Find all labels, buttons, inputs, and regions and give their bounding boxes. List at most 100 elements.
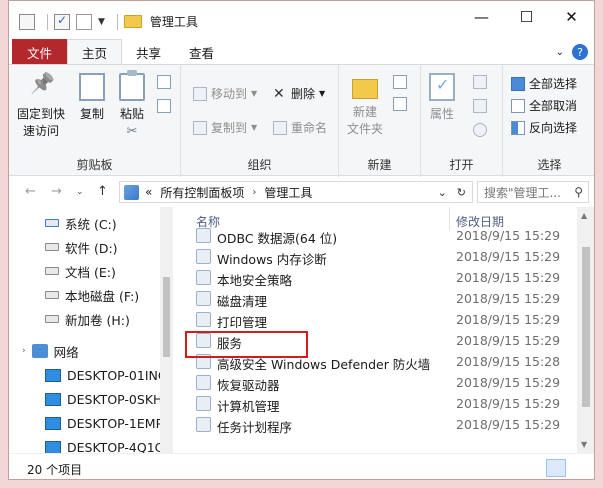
delete-button[interactable]: ✕ 删除 ▼ [273,85,325,102]
select-group: 全部选择 全部取消 反向选择 选择 [503,65,594,177]
list-item[interactable]: 计算机管理 2018/9/15 15:29 [177,393,577,414]
rename-icon [273,120,287,135]
close-button[interactable]: ✕ [549,1,594,33]
new-folder-button[interactable]: 新建 文件夹 [347,73,383,138]
invert-selection-button[interactable]: 反向选择 [511,119,577,136]
copy-button[interactable]: 复制 [79,73,105,123]
breadcrumb-segment[interactable]: 管理工具 [264,184,312,201]
nav-item-drive-d[interactable]: 软件 (D:) [45,236,118,258]
title-bar: ▼ 管理工具 — ☐ ✕ [9,1,594,39]
nav-item-computer[interactable]: DESKTOP-4Q1C [45,436,163,453]
copy-to-button[interactable]: 复制到 ▼ [193,119,257,136]
services-highlight-box [185,331,308,358]
maximize-button[interactable]: ☐ [504,1,549,33]
open-icon[interactable] [473,75,491,89]
new-folder-quick-icon[interactable] [76,13,92,30]
list-item[interactable]: 打印管理 2018/9/15 15:29 [177,309,577,330]
navigation-bar: ← → ⌄ ↑ « 所有控制面板项 › 管理工具 ⌄ ↻ 搜索"管理工... ⚲ [9,177,594,207]
help-icon[interactable]: ? [572,44,588,60]
search-icon[interactable]: ⚲ [574,185,583,199]
nav-item-drive-h[interactable]: 新加卷 (H:) [45,308,130,330]
recent-locations-icon[interactable]: ⌄ [76,187,84,197]
breadcrumb-segment[interactable]: 所有控制面板项 [160,184,244,201]
tab-file[interactable]: 文件 [12,39,68,65]
edit-icon[interactable] [473,99,491,113]
select-all-icon [511,76,525,91]
scroll-down-icon[interactable]: ▼ [581,440,587,449]
tab-home[interactable]: 主页 [67,39,123,65]
nav-item-drive-f[interactable]: 本地磁盘 (F:) [45,284,139,306]
refresh-icon[interactable]: ↻ [457,186,466,199]
pin-icon [28,73,54,101]
nav-item-computer[interactable]: DESKTOP-1EMP [45,412,163,434]
search-box[interactable]: 搜索"管理工... ⚲ [477,181,589,203]
nav-item-network[interactable]: › 网络 [22,340,79,362]
nav-item-computer[interactable]: DESKTOP-0SKH4 [45,388,170,410]
new-item-icon[interactable] [393,75,411,89]
checkmark-icon[interactable] [54,13,70,30]
drive-icon [45,291,59,299]
properties-icon [429,73,455,101]
item-count: 20 个项目 [27,463,83,477]
shortcut-icon [196,375,211,390]
toolbar-divider [116,13,118,30]
list-scrollbar-thumb[interactable] [582,247,590,407]
explorer-window: ▼ 管理工具 — ☐ ✕ 文件 主页 共享 查看 ⌄ ? 固定到快 速访问 [8,0,595,480]
pin-to-quick-access-button[interactable]: 固定到快 速访问 [17,73,65,140]
expand-chevron-icon[interactable]: › [22,346,26,356]
move-to-button[interactable]: 移动到 ▼ [193,85,257,102]
select-all-button[interactable]: 全部选择 [511,75,577,92]
toolbar-divider [47,13,48,30]
copy-path-icon[interactable] [157,99,175,113]
ribbon-expand-icon[interactable]: ⌄ [556,47,564,58]
search-input[interactable]: 搜索"管理工... [484,184,561,201]
address-overflow[interactable]: « [145,185,152,199]
nav-item-drive-e[interactable]: 文档 (E:) [45,260,116,282]
list-item[interactable]: 磁盘清理 2018/9/15 15:29 [177,288,577,309]
list-scrollbar[interactable]: ▲ ▼ [577,207,594,453]
list-item[interactable]: 本地安全策略 2018/9/15 15:29 [177,267,577,288]
ribbon-tabs: 文件 主页 共享 查看 ⌄ ? [9,39,594,65]
list-item[interactable]: Windows 内存诊断 2018/9/15 15:29 [177,246,577,267]
computer-icon [45,392,61,406]
breadcrumb-chevron-icon[interactable]: › [252,187,256,198]
nav-scrollbar[interactable] [160,207,173,453]
customize-dropdown-icon[interactable]: ▼ [98,17,105,27]
select-group-label: 选择 [537,158,562,172]
large-icons-view-icon[interactable] [568,459,588,477]
list-item[interactable]: ODBC 数据源(64 位) 2018/9/15 15:29 [177,225,577,246]
minimize-button[interactable]: — [459,1,504,33]
back-arrow-icon[interactable]: ← [25,184,36,199]
drive-icon [45,315,59,323]
easy-access-icon[interactable] [393,97,411,111]
nav-item-computer[interactable]: DESKTOP-01INC [45,364,167,386]
details-view-icon[interactable] [546,459,566,477]
new-folder-icon [352,79,378,99]
nav-scrollbar-thumb[interactable] [163,277,170,357]
cut-icon[interactable]: ✂ [127,123,138,140]
paste-shortcut-icon[interactable] [157,75,175,89]
open-group: 属性 打开 [421,65,503,177]
address-bar[interactable]: « 所有控制面板项 › 管理工具 ⌄ ↻ [119,181,473,203]
address-dropdown-icon[interactable]: ⌄ [438,186,447,199]
computer-icon [45,368,61,382]
tab-share[interactable]: 共享 [122,39,175,65]
properties-quick-icon[interactable] [19,13,35,30]
select-none-icon [511,98,525,113]
history-icon[interactable] [473,123,491,137]
nav-item-drive-c[interactable]: 系统 (C:) [45,212,117,234]
tab-view[interactable]: 查看 [175,39,228,65]
scroll-up-icon[interactable]: ▲ [581,211,587,220]
select-none-button[interactable]: 全部取消 [511,97,577,114]
paste-button[interactable]: 粘贴 ✂ [119,70,145,140]
rename-button[interactable]: 重命名 [273,119,327,136]
folder-icon [123,15,142,28]
paste-icon [119,70,145,101]
invert-selection-icon [511,120,525,135]
forward-arrow-icon[interactable]: → [51,184,62,199]
list-item[interactable]: 恢复驱动器 2018/9/15 15:29 [177,372,577,393]
properties-button[interactable]: 属性 [429,73,455,123]
shortcut-icon [196,417,211,432]
up-arrow-icon[interactable]: ↑ [97,184,108,199]
list-item[interactable]: 任务计划程序 2018/9/15 15:29 [177,414,577,435]
